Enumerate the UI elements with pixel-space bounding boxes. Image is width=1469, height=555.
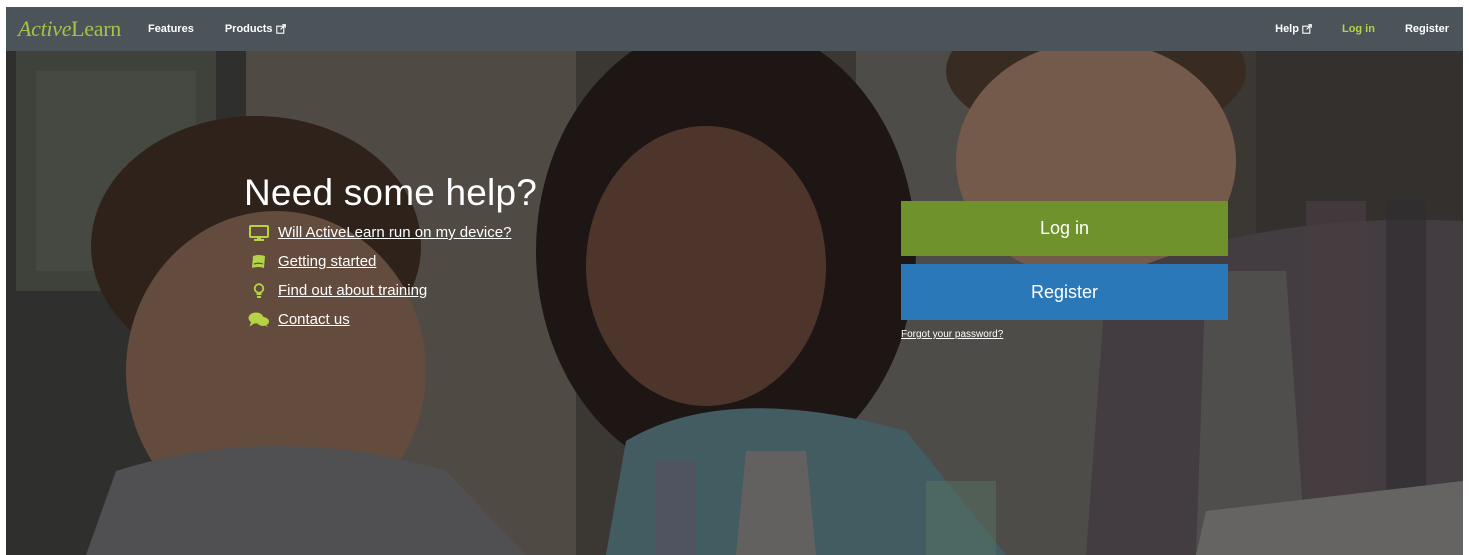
nav-right-group: Help Log in Register <box>1275 7 1449 51</box>
help-item-getting-started: Getting started <box>244 247 537 276</box>
help-link-device[interactable]: Will ActiveLearn run on my device? <box>278 224 511 241</box>
help-link-contact[interactable]: Contact us <box>278 311 350 328</box>
help-link-list: Will ActiveLearn run on my device? Getti… <box>244 218 537 334</box>
brand-word-active: Active <box>18 16 72 41</box>
help-item-training: Find out about training <box>244 276 537 305</box>
nav-features-label: Features <box>147 23 194 35</box>
hero-dark-overlay <box>6 51 1463 555</box>
monitor-icon <box>248 224 270 242</box>
help-section: Need some help? Will ActiveLearn run on … <box>244 172 537 334</box>
external-link-icon <box>275 24 286 34</box>
nav-login-label: Log in <box>1341 23 1375 35</box>
brand-logo[interactable]: ActiveLearn <box>18 16 121 42</box>
nav-register-link[interactable]: Register <box>1405 23 1449 35</box>
help-link-training[interactable]: Find out about training <box>278 282 427 299</box>
help-title: Need some help? <box>244 172 538 213</box>
help-item-contact: Contact us <box>244 305 537 334</box>
nav-login-link[interactable]: Log in <box>1342 23 1375 35</box>
page-frame: ActiveLearn Features Products Help Log i… <box>6 7 1463 555</box>
auth-panel: Log in Register Forgot your password? <box>901 201 1228 342</box>
chat-bubbles-icon <box>248 311 270 329</box>
lightbulb-icon <box>248 282 270 300</box>
nav-register-label: Register <box>1404 23 1449 35</box>
login-button[interactable]: Log in <box>901 201 1228 256</box>
brand-word-learn: Learn <box>71 16 121 41</box>
top-navbar: ActiveLearn Features Products Help Log i… <box>6 7 1463 51</box>
nav-products-link[interactable]: Products <box>225 23 286 35</box>
nav-help-link[interactable]: Help <box>1275 23 1312 35</box>
nav-features-link[interactable]: Features <box>148 23 194 35</box>
help-item-device: Will ActiveLearn run on my device? <box>244 218 537 247</box>
help-link-getting-started[interactable]: Getting started <box>278 253 376 270</box>
book-icon <box>248 253 270 271</box>
register-button[interactable]: Register <box>901 264 1228 320</box>
hero-section <box>6 51 1463 555</box>
nav-products-label: Products <box>224 23 273 35</box>
nav-help-label: Help <box>1275 23 1299 35</box>
forgot-password-link[interactable]: Forgot your password? <box>901 329 1003 340</box>
external-link-icon <box>1302 24 1312 34</box>
nav-left-group: Features Products <box>148 23 286 35</box>
